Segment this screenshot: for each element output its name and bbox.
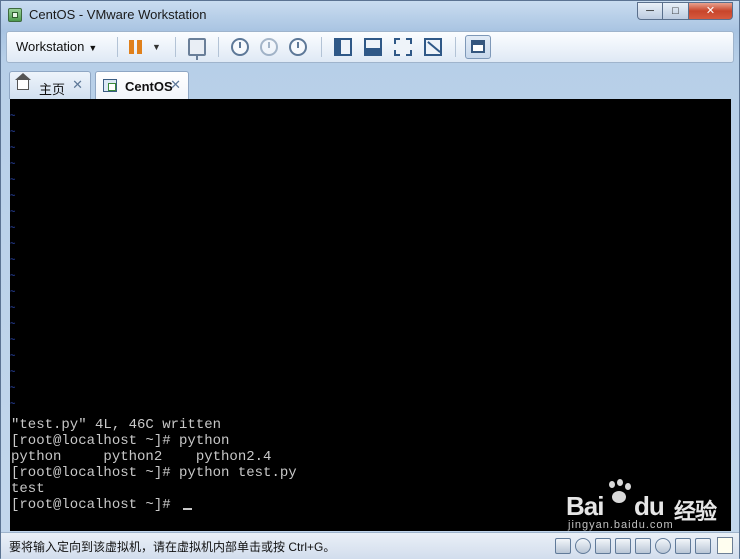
title-bar[interactable]: CentOS - VMware Workstation ─ □ ✕ <box>1 1 739 29</box>
revert-snapshot-icon[interactable] <box>260 38 278 56</box>
send-ctrl-alt-del-icon[interactable] <box>188 38 206 60</box>
tab-home[interactable]: 主页 ✕ <box>9 71 91 99</box>
vim-empty-line-markers: ~ ~ ~ ~ ~ ~ ~ ~ ~ ~ ~ ~ ~ ~ ~ ~ ~ ~ ~ <box>10 108 20 412</box>
vim-tilde-marker: ~ <box>10 287 16 297</box>
power-menu-chevron-icon[interactable]: ▼ <box>152 36 164 58</box>
watermark-du: du <box>634 491 665 521</box>
full-screen-icon[interactable] <box>394 38 412 56</box>
close-button[interactable]: ✕ <box>689 2 733 20</box>
tab-centos-label: CentOS <box>125 79 173 94</box>
vim-tilde-marker: ~ <box>10 383 16 393</box>
usb-controller-icon[interactable] <box>635 538 651 554</box>
vm-icon <box>103 79 117 92</box>
pause-icon[interactable] <box>128 36 144 58</box>
vim-tilde-marker: ~ <box>10 399 16 409</box>
maximize-button[interactable]: □ <box>663 2 689 20</box>
vim-tilde-marker: ~ <box>10 223 16 233</box>
chevron-down-icon: ▼ <box>88 43 98 53</box>
tab-home-close-icon[interactable]: ✕ <box>72 77 83 93</box>
home-icon <box>15 73 31 90</box>
console-view-icon[interactable] <box>465 35 491 59</box>
vim-tilde-marker: ~ <box>10 255 16 265</box>
vim-tilde-marker: ~ <box>10 191 16 201</box>
watermark-jingyan: 经验 <box>674 499 717 524</box>
snapshot-manager-icon[interactable] <box>289 38 307 56</box>
vim-tilde-marker: ~ <box>10 175 16 185</box>
vmware-app-icon <box>8 8 22 22</box>
message-log-icon[interactable] <box>717 537 733 554</box>
vim-tilde-marker: ~ <box>10 367 16 377</box>
toolbar-divider <box>455 37 456 57</box>
sound-card-icon[interactable] <box>655 538 671 554</box>
vim-tilde-marker: ~ <box>10 271 16 281</box>
vim-tilde-marker: ~ <box>10 159 16 169</box>
terminal-prompt: [root@localhost ~]# <box>11 497 180 513</box>
terminal-line: test <box>11 481 45 497</box>
display-icon[interactable] <box>695 538 711 554</box>
take-snapshot-icon[interactable] <box>231 38 249 56</box>
vim-tilde-marker: ~ <box>10 111 16 121</box>
vim-tilde-marker: ~ <box>10 239 16 249</box>
watermark-url: jingyan.baidu.com <box>568 519 674 531</box>
terminal-line: python python2 python2.4 <box>11 449 272 465</box>
toolbar-divider <box>218 37 219 57</box>
minimize-button[interactable]: ─ <box>637 2 663 20</box>
terminal-line: [root@localhost ~]# python test.py <box>11 465 297 481</box>
printer-icon[interactable] <box>675 538 691 554</box>
toolbar-divider <box>175 37 176 57</box>
vim-tilde-marker: ~ <box>10 351 16 361</box>
toolbar-divider <box>117 37 118 57</box>
hard-disk-icon[interactable] <box>555 538 571 554</box>
network-adapter-icon[interactable] <box>615 538 631 554</box>
baidu-jingyan-watermark: Bai du 经验 jingyan.baidu.com <box>566 479 736 535</box>
cd-dvd-icon[interactable] <box>575 538 591 554</box>
terminal-line: [root@localhost ~]# python <box>11 433 230 449</box>
floppy-icon[interactable] <box>595 538 611 554</box>
unity-icon[interactable] <box>424 38 442 56</box>
terminal-output: "test.py" 4L, 46C written [root@localhos… <box>11 417 297 513</box>
vmware-window: CentOS - VMware Workstation ─ □ ✕ Workst… <box>0 0 740 559</box>
toolbar-divider <box>321 37 322 57</box>
status-bar: 要将输入定向到该虚拟机，请在虚拟机内部单击或按 Ctrl+G。 <box>1 532 739 559</box>
show-library-icon[interactable] <box>334 38 352 56</box>
vim-tilde-marker: ~ <box>10 303 16 313</box>
vm-console[interactable]: ~ ~ ~ ~ ~ ~ ~ ~ ~ ~ ~ ~ ~ ~ ~ ~ ~ ~ ~ "test.py" 4L, 46C wr… <box>10 99 731 531</box>
vim-tilde-marker: ~ <box>10 143 16 153</box>
window-controls: ─ □ ✕ <box>637 2 733 21</box>
terminal-prompt-line: [root@localhost ~]# <box>11 497 297 513</box>
text-cursor <box>183 508 193 510</box>
vim-tilde-marker: ~ <box>10 319 16 329</box>
vim-tilde-marker: ~ <box>10 207 16 217</box>
workstation-menu-label: Workstation <box>16 39 85 54</box>
workstation-menu-button[interactable]: Workstation ▼ <box>16 36 108 58</box>
tab-home-label: 主页 <box>39 82 66 97</box>
terminal-line: "test.py" 4L, 46C written <box>11 417 222 433</box>
toolbar: Workstation ▼ ▼ <box>6 31 734 63</box>
show-thumbnail-bar-icon[interactable] <box>364 38 382 56</box>
status-message: 要将输入定向到该虚拟机，请在虚拟机内部单击或按 Ctrl+G。 <box>9 540 336 554</box>
tab-centos-close-icon[interactable]: ✕ <box>170 77 181 93</box>
device-icons <box>555 538 711 554</box>
window-title: CentOS - VMware Workstation <box>29 7 207 22</box>
tab-centos[interactable]: CentOS ✕ <box>95 71 189 99</box>
watermark-bai: Bai <box>566 491 604 521</box>
baidu-paw-logo-icon <box>606 479 632 507</box>
vim-tilde-marker: ~ <box>10 127 16 137</box>
vim-tilde-marker: ~ <box>10 335 16 345</box>
